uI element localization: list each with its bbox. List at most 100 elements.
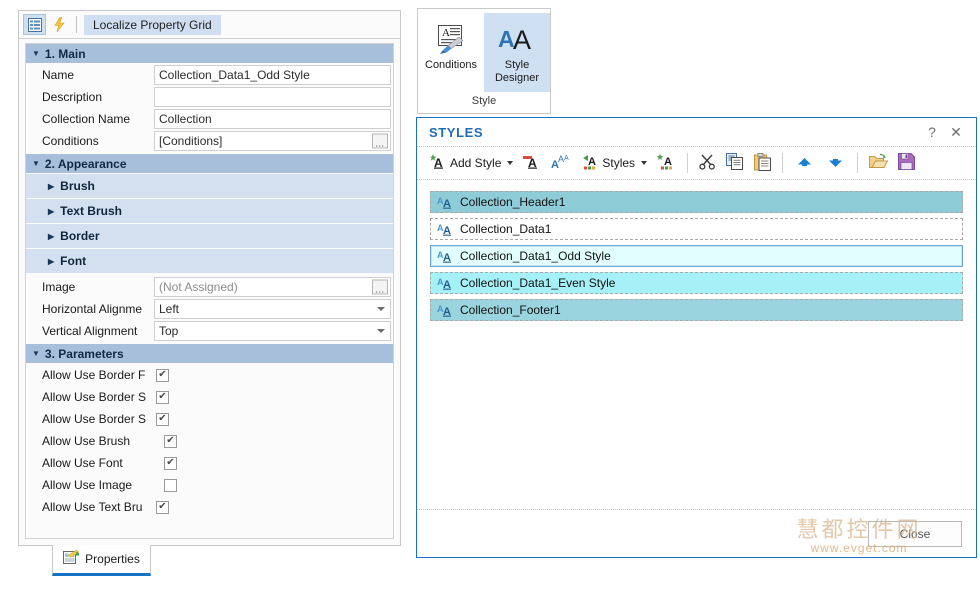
collapse-triangle-icon: ▼ — [32, 49, 40, 58]
property-label: Conditions — [42, 134, 99, 148]
property-label: Name — [42, 68, 75, 82]
ribbon-button-conditions[interactable]: A Conditions — [418, 13, 484, 92]
category-title: 2. Appearance — [44, 156, 127, 171]
categorized-view-icon[interactable] — [23, 14, 46, 35]
checkbox-icon[interactable]: ✔ — [156, 368, 169, 382]
paste-icon — [754, 152, 772, 174]
conditions-input[interactable]: [Conditions] ... — [154, 131, 391, 151]
styles-dialog: STYLES ? ✕ A Add Style A A A A A Styles … — [416, 117, 977, 558]
styles-menu-button[interactable]: A Styles — [575, 150, 652, 176]
tab-properties[interactable]: Properties — [52, 545, 151, 576]
vertical-alignment-select[interactable]: Top — [154, 321, 391, 341]
property-grid-toolbar: Localize Property Grid — [19, 11, 400, 39]
description-input[interactable] — [154, 87, 391, 107]
style-list-item[interactable]: A A Collection_Data1 — [430, 218, 963, 240]
open-button[interactable] — [864, 150, 893, 176]
checkbox-icon[interactable]: ✔ — [164, 456, 177, 470]
bottom-tabstrip: Properties — [18, 545, 401, 579]
checkbox-icon[interactable]: ✔ — [156, 500, 169, 514]
copy-button[interactable] — [721, 150, 749, 176]
name-input[interactable]: Collection_Data1_Odd Style — [154, 65, 391, 85]
property-row-allow-use-border-s1: Allow Use Border S ✔ — [26, 386, 393, 408]
image-value: (Not Assigned) — [159, 280, 238, 294]
chevron-down-icon[interactable] — [641, 161, 648, 165]
scissors-icon — [699, 153, 716, 173]
chevron-down-icon[interactable] — [507, 161, 514, 165]
checkbox-icon[interactable]: ✔ — [156, 412, 169, 426]
ribbon-button-label-line1: Style — [504, 59, 530, 71]
close-button[interactable]: Close — [868, 520, 962, 547]
chevron-down-icon[interactable] — [377, 307, 385, 311]
property-label: Collection Name — [42, 112, 131, 126]
events-lightning-icon[interactable] — [48, 14, 71, 35]
copy-icon — [726, 153, 744, 173]
styles-list: A A Collection_Header1 A A Collection_Da… — [417, 181, 976, 321]
style-list-item[interactable]: A A Collection_Data1_Even Style — [430, 272, 963, 294]
edit-style-button[interactable]: A — [518, 150, 546, 176]
style-list-item-selected[interactable]: A A Collection_Data1_Odd Style — [430, 245, 963, 267]
toolbar-divider — [76, 16, 77, 33]
checkbox-icon[interactable]: ✔ — [156, 390, 169, 404]
property-row-description: Description — [26, 86, 393, 108]
duplicate-style-button[interactable]: A A A — [546, 150, 575, 176]
property-label: Allow Use Brush — [42, 434, 131, 448]
category-title: 3. Parameters — [44, 346, 124, 361]
image-input[interactable]: (Not Assigned) ... — [154, 277, 391, 297]
help-icon[interactable]: ? — [920, 121, 944, 143]
add-style-button[interactable]: A Add Style — [425, 150, 518, 176]
style-list-item[interactable]: A A Collection_Header1 — [430, 191, 963, 213]
toolbar-divider — [857, 153, 859, 173]
allow-use-font-checkbox-cell: ✔ — [154, 453, 391, 473]
ribbon-button-label-line2: Designer — [494, 72, 540, 84]
app-window: Localize Property Grid ▼ 1. Main Name Co… — [0, 0, 980, 592]
category-header-main[interactable]: ▼ 1. Main — [26, 44, 393, 64]
tab-label: Properties — [85, 552, 140, 566]
style-aa-icon: A A — [437, 195, 454, 209]
checkbox-icon[interactable]: ✔ — [164, 434, 177, 448]
conditions-ellipsis-button[interactable]: ... — [372, 133, 388, 149]
category-header-parameters[interactable]: ▼ 3. Parameters — [26, 344, 393, 364]
new-style-collection-button[interactable]: A — [652, 150, 681, 176]
vertical-alignment-value: Top — [159, 324, 179, 338]
svg-text:A: A — [442, 27, 450, 39]
collection-name-input[interactable]: Collection — [154, 109, 391, 129]
save-floppy-icon — [898, 153, 916, 173]
checkbox-icon[interactable] — [164, 478, 177, 492]
allow-use-image-checkbox-cell — [154, 475, 391, 495]
close-icon[interactable]: ✕ — [944, 121, 968, 143]
ribbon-style-group: A Conditions A A Style Designer Style — [417, 8, 551, 114]
styles-menu-icon: A — [580, 153, 599, 173]
svg-text:A: A — [443, 252, 451, 263]
dialog-body: A A Collection_Header1 A A Collection_Da… — [417, 181, 976, 509]
move-up-button[interactable] — [789, 152, 820, 175]
chevron-down-icon[interactable] — [377, 329, 385, 333]
new-style-collection-icon: A — [656, 153, 676, 173]
subgroup-text-brush[interactable]: ▶ Text Brush — [26, 199, 393, 224]
save-button[interactable] — [893, 150, 920, 176]
add-style-icon: A — [430, 153, 447, 173]
cut-button[interactable] — [694, 150, 721, 176]
property-row-allow-use-font: Allow Use Font ✔ — [26, 452, 393, 474]
move-down-button[interactable] — [820, 152, 851, 175]
subgroup-border[interactable]: ▶ Border — [26, 224, 393, 249]
style-list-item[interactable]: A A Collection_Footer1 — [430, 299, 963, 321]
subgroup-font[interactable]: ▶ Font — [26, 249, 393, 274]
category-title: 1. Main — [44, 46, 86, 61]
property-label: Allow Use Border S — [42, 390, 147, 404]
dialog-titlebar: STYLES ? ✕ — [417, 118, 976, 147]
property-label: Allow Use Border S — [42, 412, 147, 426]
arrow-down-icon — [828, 155, 843, 172]
horizontal-alignment-select[interactable]: Left — [154, 299, 391, 319]
properties-document-icon — [63, 549, 80, 568]
edit-style-icon: A — [523, 153, 541, 173]
subgroup-brush[interactable]: ▶ Brush — [26, 174, 393, 199]
category-header-appearance[interactable]: ▼ 2. Appearance — [26, 154, 393, 174]
ribbon-button-style-designer[interactable]: A A Style Designer — [484, 13, 550, 92]
image-ellipsis-button[interactable]: ... — [372, 279, 388, 295]
expand-triangle-icon: ▶ — [48, 231, 55, 241]
property-label: Allow Use Image — [42, 478, 133, 492]
property-label: Vertical Alignment — [42, 324, 138, 338]
paste-button[interactable] — [749, 150, 776, 177]
horizontal-alignment-value: Left — [159, 302, 180, 316]
localize-property-grid-button[interactable]: Localize Property Grid — [84, 14, 221, 35]
